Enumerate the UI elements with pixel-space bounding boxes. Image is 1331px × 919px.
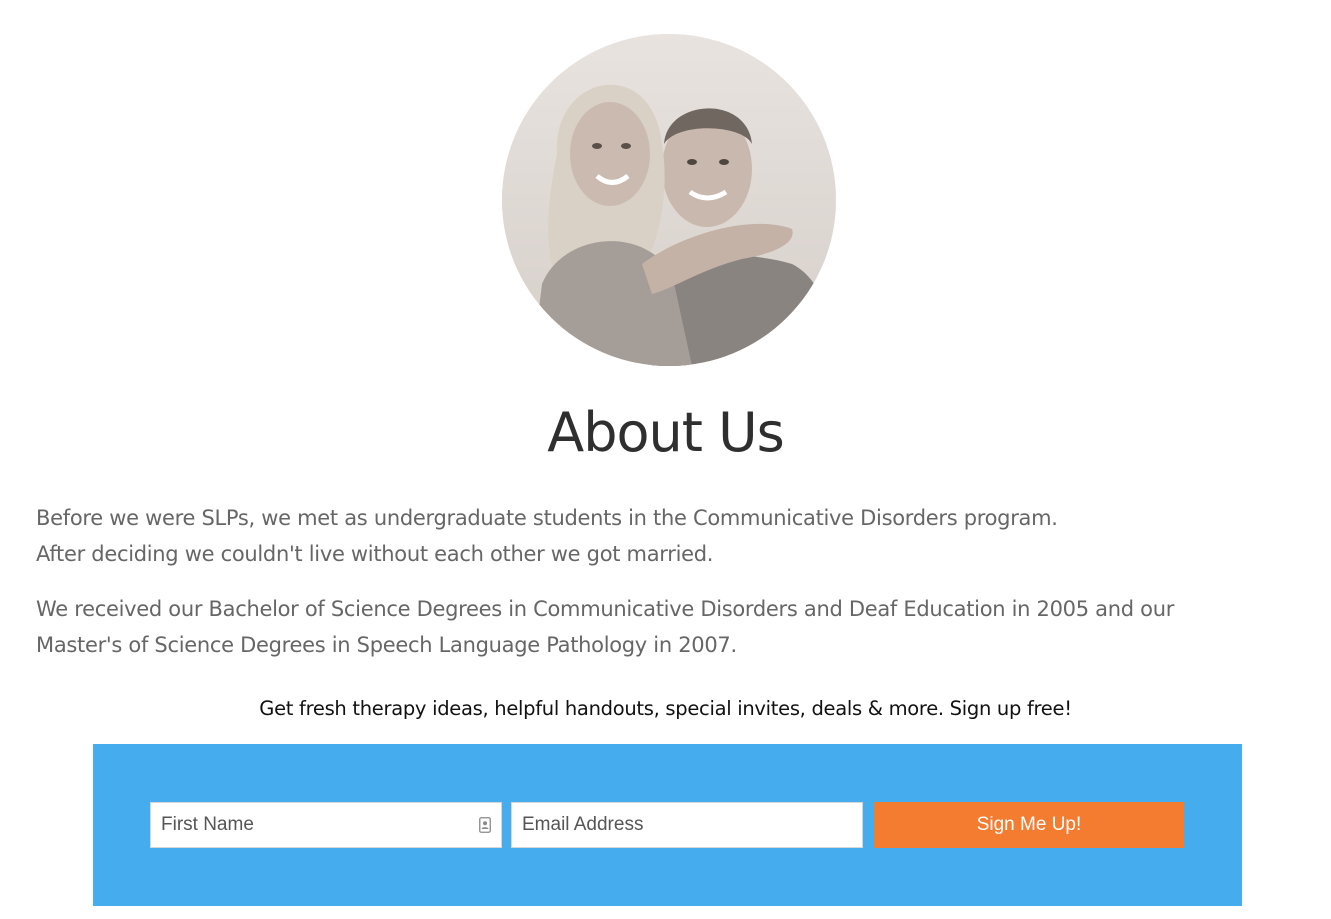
contact-card-icon xyxy=(479,817,491,833)
page-title: About Us xyxy=(547,401,784,464)
first-name-input[interactable] xyxy=(151,803,501,847)
about-paragraph-1: Before we were SLPs, we met as undergrad… xyxy=(36,500,1296,572)
first-name-field-wrapper xyxy=(150,802,502,848)
about-paragraph-2-line-1: We received our Bachelor of Science Degr… xyxy=(36,597,1175,621)
signup-promo-text: Get fresh therapy ideas, helpful handout… xyxy=(259,697,1072,720)
about-paragraph-2: We received our Bachelor of Science Degr… xyxy=(36,591,1296,663)
couple-photo xyxy=(502,34,836,366)
sign-up-button[interactable]: Sign Me Up! xyxy=(874,802,1184,848)
about-paragraph-1-line-2: After deciding we couldn't live without … xyxy=(36,542,714,566)
about-paragraph-2-line-2: Master's of Science Degrees in Speech La… xyxy=(36,633,737,657)
email-field-wrapper xyxy=(511,802,863,848)
about-paragraph-1-line-1: Before we were SLPs, we met as undergrad… xyxy=(36,506,1058,530)
email-input[interactable] xyxy=(512,803,862,847)
signup-form-panel: Sign Me Up! xyxy=(93,744,1242,906)
